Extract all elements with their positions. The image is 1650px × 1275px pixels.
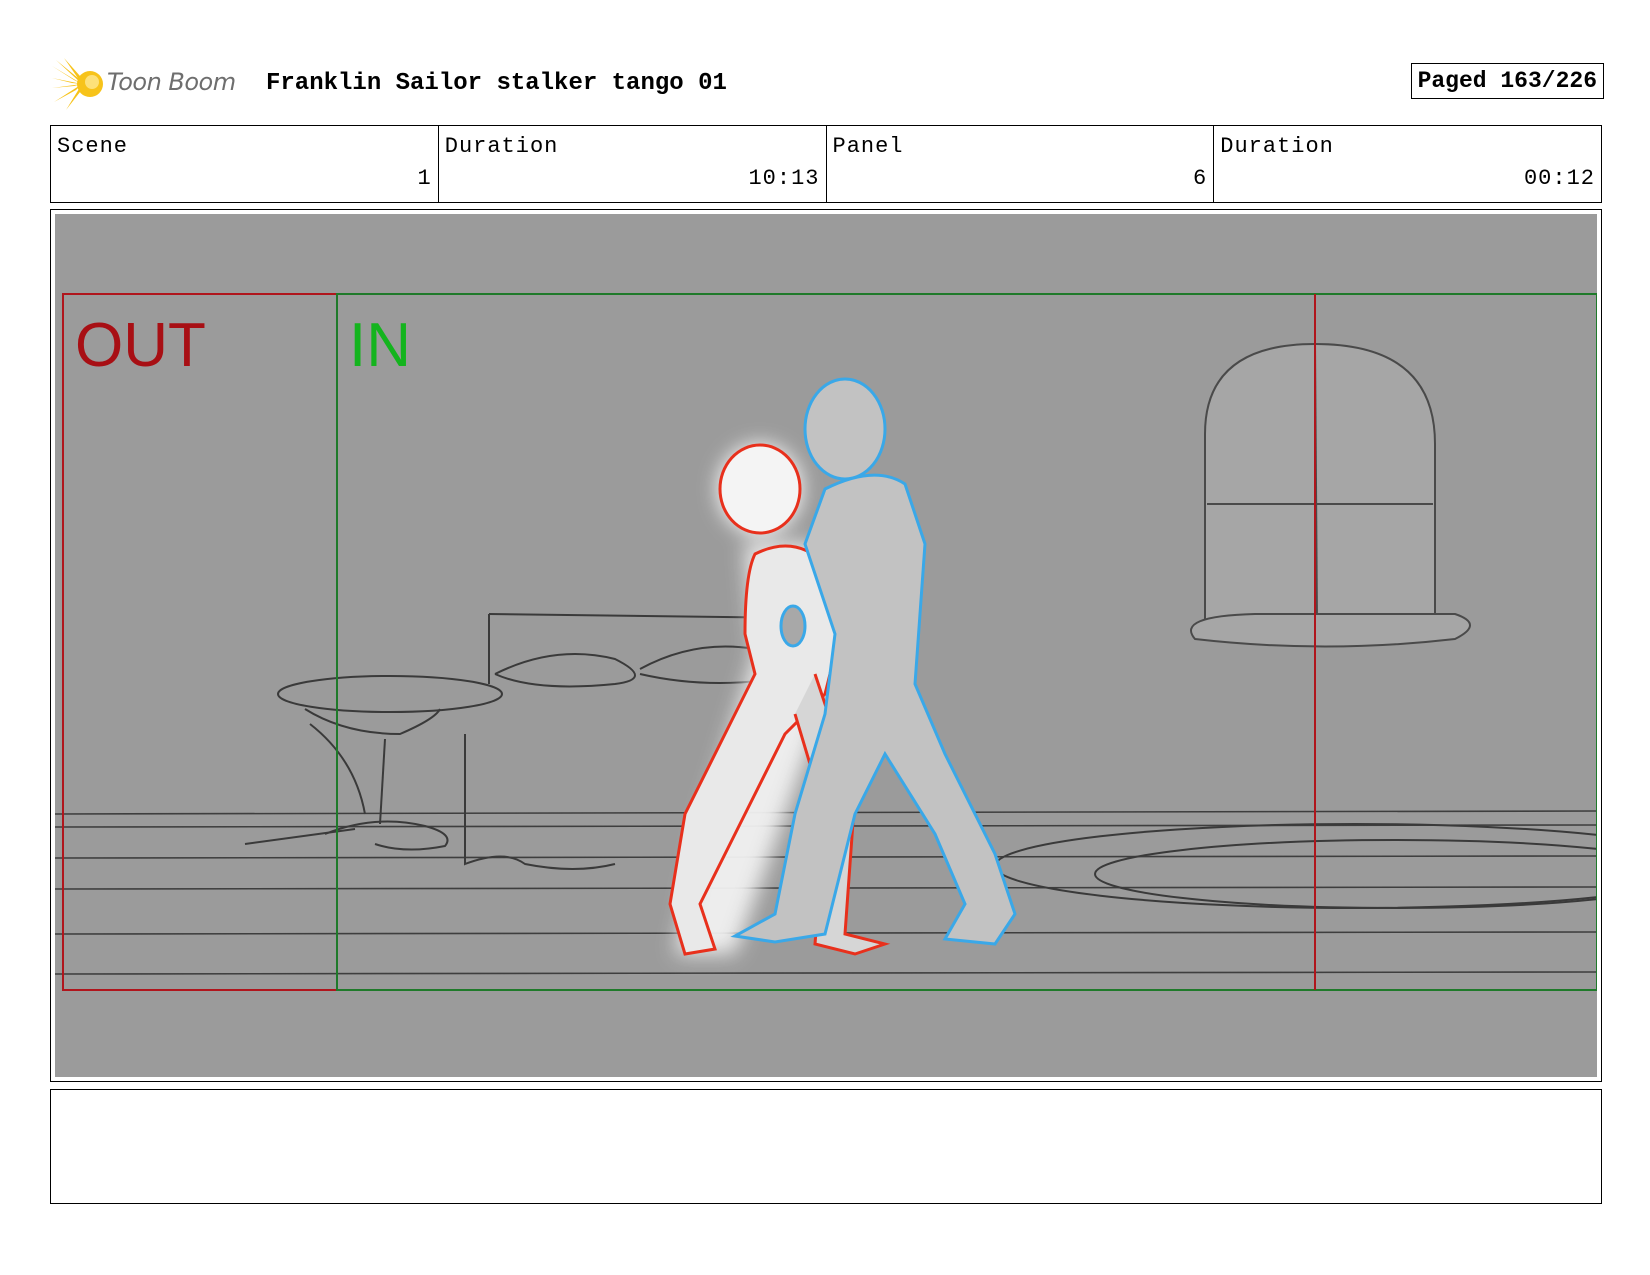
document-title: Franklin Sailor stalker tango 01 [266, 70, 727, 97]
scene-label: Scene [57, 134, 129, 159]
starburst-icon [52, 58, 103, 110]
scene-duration-value: 10:13 [748, 166, 820, 191]
panel-frame: OUT IN [50, 209, 1602, 1082]
in-label: IN [349, 311, 411, 380]
scene-duration-label: Duration [444, 134, 559, 159]
info-table: Scene 1 Duration 10:13 Panel 6 Duration … [50, 125, 1602, 203]
rug-sketch [994, 823, 1597, 909]
scene-value: 1 [417, 166, 432, 191]
page-indicator: Paged 163/226 [1410, 63, 1604, 99]
window-sketch [1190, 342, 1471, 648]
panel-value: 6 [1193, 166, 1208, 191]
panel-duration-cell: Duration 00:12 [1214, 126, 1601, 202]
scene-duration-cell: Duration 10:13 [439, 126, 827, 202]
panel-cell: Panel 6 [827, 126, 1215, 202]
panel-artwork: OUT IN [55, 214, 1597, 1077]
storyboard-sketch: OUT IN [55, 293, 1597, 991]
scene-cell: Scene 1 [51, 126, 439, 202]
panel-duration-value: 00:12 [1523, 166, 1595, 191]
panel-label: Panel [832, 134, 904, 159]
logo-text: Toon Boom [107, 68, 236, 96]
side-table-sketch [244, 675, 503, 851]
notes-box [50, 1089, 1602, 1204]
toon-boom-logo: Toon Boom [52, 58, 252, 110]
header: Toon Boom Franklin Sailor stalker tango … [52, 58, 1604, 110]
out-label: OUT [75, 311, 206, 380]
panel-duration-label: Duration [1220, 134, 1334, 159]
